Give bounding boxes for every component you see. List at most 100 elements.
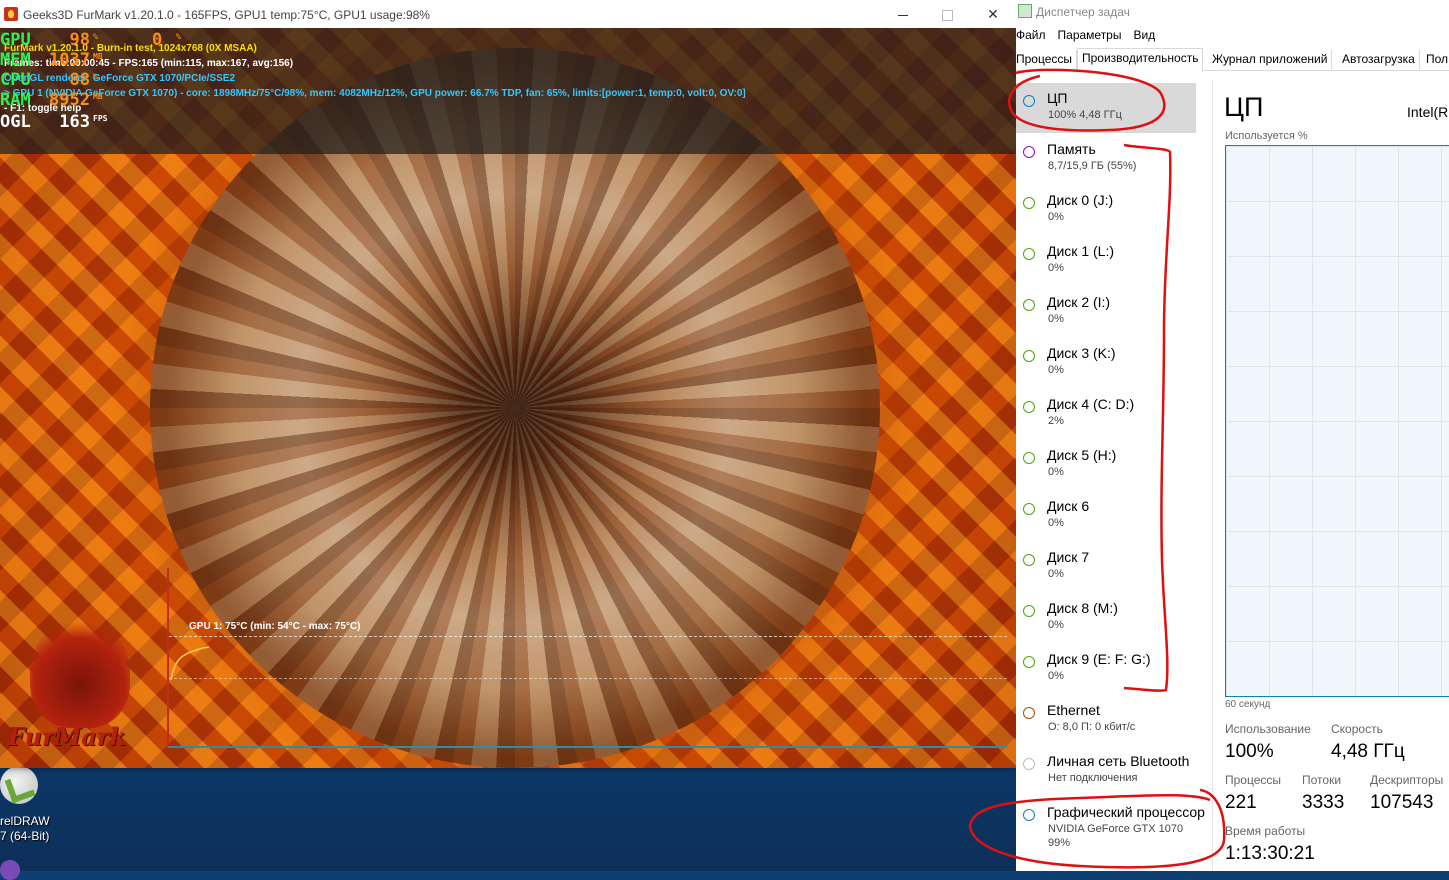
chart-usage-label: Используется % xyxy=(1225,130,1308,142)
sidebar-item-name: Диск 2 (I:) xyxy=(1047,294,1111,310)
desktop-shortcut-label-line2: 7 (64-Bit) xyxy=(0,829,50,843)
sidebar-item-name: Диск 1 (L:) xyxy=(1047,243,1114,259)
stat-unit: MB xyxy=(93,92,103,101)
sidebar-item-value: 0% xyxy=(1048,262,1064,274)
tab-performance[interactable]: Производительность xyxy=(1077,48,1204,72)
coreldraw-icon xyxy=(0,766,38,804)
sidebar-status-dot xyxy=(1023,350,1035,362)
sidebar-item-name: Ethernet xyxy=(1047,702,1100,718)
graph-label: GPU 1: 75°C (min: 54°C - max: 75°C) xyxy=(189,621,361,632)
stat-unit: FPS xyxy=(93,114,108,123)
stat-value-secondary: 0 xyxy=(152,30,163,50)
sidebar-status-dot xyxy=(1023,605,1035,617)
stat-key: RAM xyxy=(0,90,31,110)
furmark-window: Geeks3D FurMark v1.20.1.0 - 165FPS, GPU1… xyxy=(0,0,1016,768)
sidebar-status-dot xyxy=(1023,197,1035,209)
sidebar-item-value: 8,7/15,9 ГБ (55%) xyxy=(1048,160,1137,172)
tab-bar: Процессы Производительность Журнал прило… xyxy=(1016,48,1449,72)
sidebar-item-disk-7[interactable]: Диск 7 0% xyxy=(1016,542,1196,592)
stat-value: 88 xyxy=(69,70,90,90)
task-manager-title: Диспетчер задач xyxy=(1036,5,1130,19)
desktop-shortcut-icon[interactable] xyxy=(0,860,20,880)
sidebar-status-dot xyxy=(1023,656,1035,668)
furmark-flame-icon xyxy=(30,618,130,728)
metric-label: Потоки xyxy=(1302,773,1342,787)
metric-value: 3333 xyxy=(1302,792,1345,813)
chart-time-span-label: 60 секунд xyxy=(1225,699,1271,710)
stat-key: MEM xyxy=(0,50,31,70)
hud-line: > GPU 1 (NVIDIA GeForce GTX 1070) - core… xyxy=(4,88,746,99)
sidebar-status-dot xyxy=(1023,248,1035,260)
sidebar-item-name: Диск 5 (H:) xyxy=(1047,447,1117,463)
menu-view[interactable]: Вид xyxy=(1133,28,1155,42)
sidebar-item-name: Диск 4 (C: D:) xyxy=(1047,396,1135,412)
metric-value: 107543 xyxy=(1370,792,1434,813)
furmark-titlebar[interactable]: Geeks3D FurMark v1.20.1.0 - 165FPS, GPU1… xyxy=(0,0,1016,28)
metric-label: Дескрипторы xyxy=(1370,773,1444,787)
maximize-button[interactable] xyxy=(924,0,970,28)
sidebar-item-value: NVIDIA GeForce GTX 1070 xyxy=(1048,823,1184,835)
sidebar-status-dot xyxy=(1023,299,1035,311)
sidebar-item-disk-0[interactable]: Диск 0 (J:) 0% xyxy=(1016,185,1196,235)
sidebar-item-disk-3[interactable]: Диск 3 (K:) 0% xyxy=(1016,338,1196,388)
furmark-app-icon xyxy=(4,7,18,21)
furmark-window-title: Geeks3D FurMark v1.20.1.0 - 165FPS, GPU1… xyxy=(23,8,430,22)
sidebar-item-name: Графический процессор xyxy=(1047,804,1205,820)
sidebar-item-memory[interactable]: Память 8,7/15,9 ГБ (55%) xyxy=(1016,134,1196,184)
sidebar-item-disk-6[interactable]: Диск 6 0% xyxy=(1016,491,1196,541)
sidebar-status-dot xyxy=(1023,146,1035,158)
cpu-model: Intel(R xyxy=(1407,104,1449,120)
sidebar-item-ethernet[interactable]: Ethernet О: 8,0 П: 0 кбит/с xyxy=(1016,695,1196,745)
tab-processes[interactable]: Процессы xyxy=(1016,50,1078,69)
sidebar-item-disk-5[interactable]: Диск 5 (H:) 0% xyxy=(1016,440,1196,490)
stat-unit: % xyxy=(93,72,98,81)
sidebar-status-dot xyxy=(1023,503,1035,515)
menu-bar: Файл Параметры Вид xyxy=(1016,28,1167,42)
sidebar-item-name: Диск 6 xyxy=(1047,498,1090,514)
close-button[interactable]: ✕ xyxy=(970,0,1016,28)
metric-value: 221 xyxy=(1225,792,1257,813)
sidebar-item-disk-9[interactable]: Диск 9 (E: F: G:) 0% xyxy=(1016,644,1196,694)
sidebar-item-name: Диск 8 (M:) xyxy=(1047,600,1118,616)
stat-value: 163 xyxy=(59,112,90,132)
graph-temperature-curve xyxy=(170,646,210,681)
furmark-hud: FurMark v1.20.1.0 - Burn-in test, 1024x7… xyxy=(0,28,1016,154)
sidebar-item-gpu[interactable]: Графический процессор NVIDIA GeForce GTX… xyxy=(1016,797,1205,857)
stat-unit: % xyxy=(93,32,98,41)
sidebar-status-dot xyxy=(1023,707,1035,719)
sidebar-item-disk-8[interactable]: Диск 8 (M:) 0% xyxy=(1016,593,1196,643)
sidebar-item-bluetooth[interactable]: Личная сеть Bluetooth Нет подключения xyxy=(1016,746,1196,796)
sidebar-item-value: 0% xyxy=(1048,568,1064,580)
stat-key: GPU xyxy=(0,30,31,50)
tab-users[interactable]: Пол xyxy=(1422,50,1449,69)
sidebar-item-value: 100% 4,48 ГГц xyxy=(1048,109,1122,121)
sidebar-status-dot xyxy=(1023,809,1035,821)
task-manager-titlebar[interactable]: Диспетчер задач xyxy=(1018,4,1130,19)
task-manager-window: Диспетчер задач Файл Параметры Вид Процесс… xyxy=(1016,0,1449,871)
stat-unit: MB xyxy=(93,52,103,61)
sidebar-item-cpu[interactable]: ЦП 100% 4,48 ГГц xyxy=(1016,83,1196,133)
metric-label: Использование xyxy=(1225,722,1311,736)
sidebar-item-value: 0% xyxy=(1048,313,1064,325)
sidebar-item-value: 0% xyxy=(1048,619,1064,631)
sidebar-item-value-secondary: 99% xyxy=(1048,837,1071,849)
maximize-icon xyxy=(941,9,953,21)
graph-min-line xyxy=(169,678,1007,679)
sidebar-item-value: О: 8,0 П: 0 кбит/с xyxy=(1048,721,1136,733)
tab-startup[interactable]: Автозагрузка xyxy=(1338,50,1420,69)
sidebar-item-name: Память xyxy=(1047,141,1096,157)
desktop-shortcut-coreldraw[interactable]: relDRAW 7 (64-Bit) xyxy=(0,766,60,844)
minimize-button[interactable] xyxy=(880,0,926,28)
sidebar-item-name: Диск 9 (E: F: G:) xyxy=(1047,651,1151,667)
tab-app-history[interactable]: Журнал приложений xyxy=(1208,50,1333,69)
menu-options[interactable]: Параметры xyxy=(1058,28,1122,42)
sidebar-item-value: 0% xyxy=(1048,670,1064,682)
sidebar-item-disk-1[interactable]: Диск 1 (L:) 0% xyxy=(1016,236,1196,286)
sidebar-item-disk-2[interactable]: Диск 2 (I:) 0% xyxy=(1016,287,1196,337)
sidebar-item-value: 0% xyxy=(1048,466,1064,478)
sidebar-item-disk-4[interactable]: Диск 4 (C: D:) 2% xyxy=(1016,389,1196,439)
menu-file[interactable]: Файл xyxy=(1016,28,1046,42)
minimize-icon xyxy=(898,14,908,16)
furmark-render-canvas: FurMark v1.20.1.0 - Burn-in test, 1024x7… xyxy=(0,28,1016,768)
stat-unit-secondary: % xyxy=(176,32,181,41)
